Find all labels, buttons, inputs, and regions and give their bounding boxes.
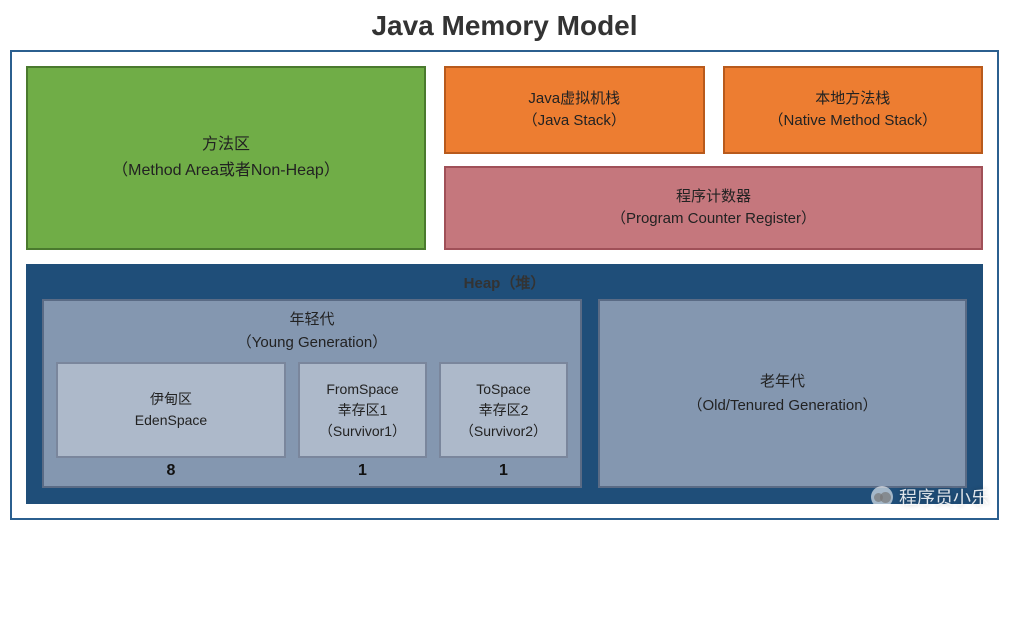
diagram-title: Java Memory Model <box>10 10 999 42</box>
to-ratio: 1 <box>439 462 568 480</box>
pc-register-box: 程序计数器 （Program Counter Register） <box>444 166 983 250</box>
from-label-3: （Survivor1） <box>319 421 406 442</box>
to-space-box: ToSpace 幸存区2 （Survivor2） <box>439 362 568 458</box>
jvm-memory-container: 方法区 （Method Area或者Non-Heap） Java虚拟机栈 （Ja… <box>10 50 999 520</box>
method-area-box: 方法区 （Method Area或者Non-Heap） <box>26 66 426 250</box>
young-gen-label: 年轻代 （Young Generation） <box>56 309 568 354</box>
eden-ratio: 8 <box>56 462 286 480</box>
from-label-1: FromSpace <box>326 379 398 400</box>
java-stack-box: Java虚拟机栈 （Java Stack） <box>444 66 705 154</box>
pc-register-label-cn: 程序计数器 <box>676 186 751 209</box>
old-gen-label-cn: 老年代 <box>760 370 805 394</box>
from-ratio: 1 <box>298 462 427 480</box>
watermark: 程序员小乐 <box>871 484 989 510</box>
young-gen-label-cn: 年轻代 <box>56 309 568 332</box>
heap-box: Heap（堆） 年轻代 （Young Generation） 伊甸区 EdenS… <box>26 264 983 504</box>
eden-space-box: 伊甸区 EdenSpace <box>56 362 286 458</box>
old-gen-label-en: （Old/Tenured Generation） <box>687 394 877 418</box>
wechat-icon <box>871 486 893 508</box>
pc-register-label-en: （Program Counter Register） <box>611 208 816 231</box>
native-stack-box: 本地方法栈 （Native Method Stack） <box>723 66 984 154</box>
ratio-row: 8 1 1 <box>56 462 568 480</box>
eden-label-en: EdenSpace <box>135 410 207 431</box>
heap-label: Heap（堆） <box>42 272 967 299</box>
right-column: Java虚拟机栈 （Java Stack） 本地方法栈 （Native Meth… <box>444 66 983 250</box>
young-gen-label-en: （Young Generation） <box>56 332 568 355</box>
young-generation-box: 年轻代 （Young Generation） 伊甸区 EdenSpace Fro… <box>42 299 582 488</box>
heap-body: 年轻代 （Young Generation） 伊甸区 EdenSpace Fro… <box>42 299 967 488</box>
stacks-row: Java虚拟机栈 （Java Stack） 本地方法栈 （Native Meth… <box>444 66 983 154</box>
method-area-label-cn: 方法区 <box>202 132 250 158</box>
java-stack-label-cn: Java虚拟机栈 <box>528 88 620 111</box>
to-label-2: 幸存区2 <box>479 400 529 421</box>
spaces-row: 伊甸区 EdenSpace FromSpace 幸存区1 （Survivor1）… <box>56 362 568 458</box>
method-area-label-en: （Method Area或者Non-Heap） <box>112 158 340 184</box>
top-row: 方法区 （Method Area或者Non-Heap） Java虚拟机栈 （Ja… <box>26 66 983 250</box>
to-label-1: ToSpace <box>476 379 530 400</box>
native-stack-label-cn: 本地方法栈 <box>815 88 890 111</box>
java-stack-label-en: （Java Stack） <box>523 110 626 133</box>
eden-label-cn: 伊甸区 <box>150 389 192 410</box>
native-stack-label-en: （Native Method Stack） <box>769 110 937 133</box>
old-generation-box: 老年代 （Old/Tenured Generation） <box>598 299 967 488</box>
from-label-2: 幸存区1 <box>338 400 388 421</box>
watermark-text: 程序员小乐 <box>899 484 989 510</box>
to-label-3: （Survivor2） <box>460 421 547 442</box>
from-space-box: FromSpace 幸存区1 （Survivor1） <box>298 362 427 458</box>
